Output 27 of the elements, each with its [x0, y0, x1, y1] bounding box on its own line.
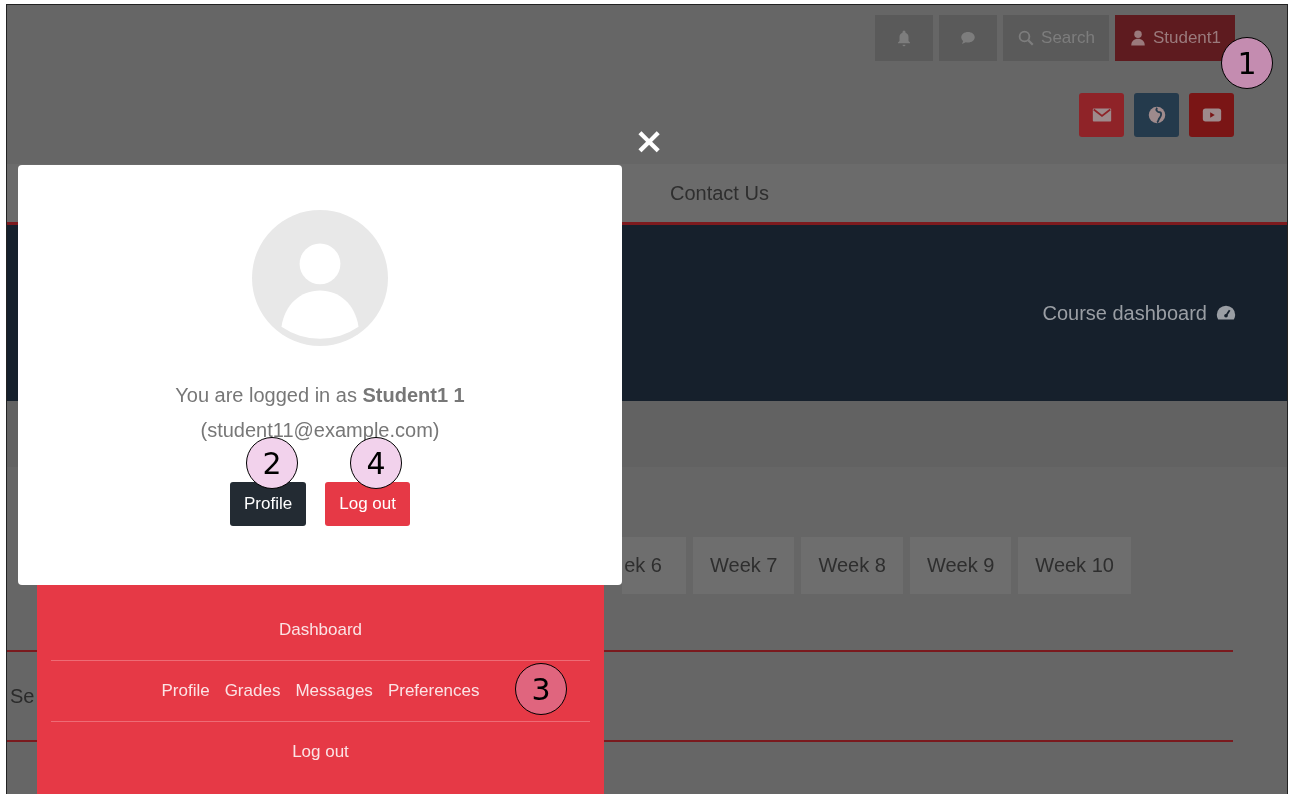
course-dashboard-link[interactable]: Course dashboard — [1042, 301, 1207, 325]
week-tab[interactable]: ek 6 — [622, 537, 686, 594]
menu-link[interactable]: Messages — [295, 681, 373, 701]
dashboard-link[interactable]: Dashboard — [278, 620, 363, 640]
cut-off-text: Se — [10, 684, 35, 708]
profile-button[interactable]: Profile — [230, 482, 307, 526]
nav-link[interactable]: Contact Us — [670, 181, 769, 205]
user-menu-button[interactable]: Student1 — [1114, 15, 1235, 61]
menu-link[interactable]: Profile — [161, 681, 210, 701]
user-icon — [1128, 29, 1147, 47]
week-tab[interactable]: Week 7 — [693, 537, 795, 594]
close-button[interactable]: × — [634, 120, 665, 161]
menu-link[interactable]: Preferences — [387, 681, 480, 701]
social-link[interactable] — [1079, 93, 1124, 137]
logout-button[interactable]: Log out — [325, 482, 410, 526]
week-tab[interactable]: Week 8 — [801, 537, 903, 594]
search-icon — [1017, 29, 1036, 47]
menu-link[interactable]: Grades — [224, 681, 281, 701]
speech-bubble-icon — [959, 29, 978, 47]
social-link[interactable] — [1189, 93, 1234, 137]
logged-in-text: You are logged in as Student1 1 — [175, 384, 465, 407]
logout-link[interactable]: Log out — [292, 742, 349, 762]
week-tab[interactable]: Week 9 — [909, 537, 1012, 594]
social-link[interactable] — [1134, 93, 1179, 137]
notifications-button[interactable] — [875, 15, 934, 61]
messages-button[interactable] — [939, 15, 998, 61]
week-tab[interactable]: Week 10 — [1018, 537, 1131, 594]
